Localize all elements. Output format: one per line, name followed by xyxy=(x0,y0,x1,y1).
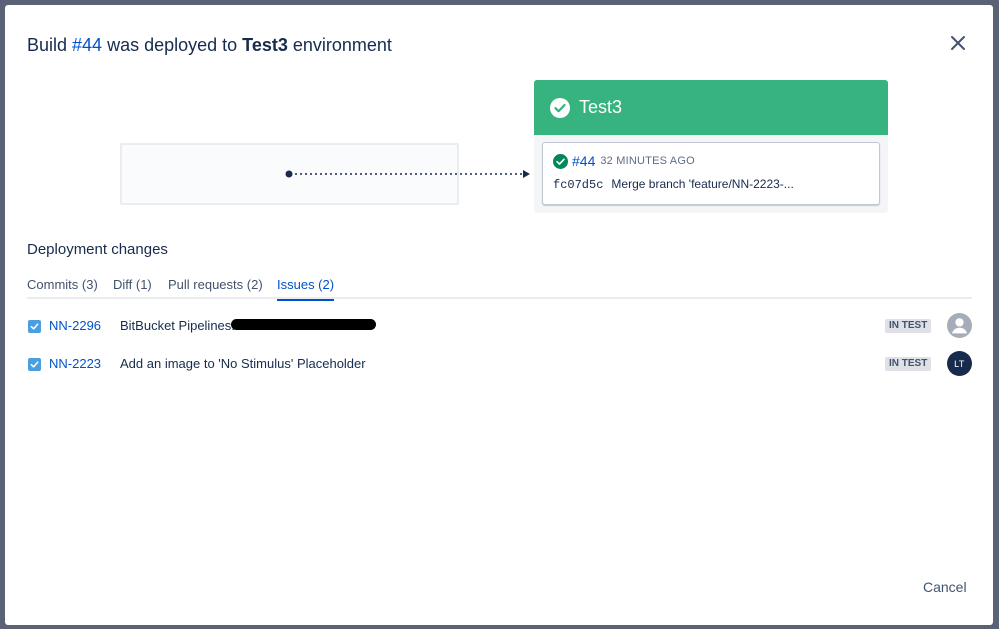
checkmark-icon xyxy=(30,323,39,330)
build-number-link[interactable]: #44 xyxy=(72,35,102,55)
status-badge: IN TEST xyxy=(885,319,932,333)
environment-header[interactable]: Test3 xyxy=(534,80,888,135)
default-user-avatar[interactable] xyxy=(947,313,972,338)
tab-commits[interactable]: Commits (3) xyxy=(27,277,98,299)
deployment-changes-title: Deployment changes xyxy=(27,241,168,258)
close-button[interactable] xyxy=(945,30,971,56)
redaction-mark xyxy=(231,319,376,330)
deployment-dialog: Build #44 was deployed to Test3 environm… xyxy=(5,5,993,625)
issue-key-link[interactable]: NN-2223 xyxy=(49,356,101,371)
success-check-icon xyxy=(553,153,568,169)
tab-pull-requests[interactable]: Pull requests (2) xyxy=(168,277,263,299)
environment-card-name: Test3 xyxy=(579,97,623,117)
close-icon xyxy=(951,36,965,50)
cancel-button[interactable]: Cancel xyxy=(923,579,967,595)
build-time-ago: 32 MINUTES AGO xyxy=(600,155,695,167)
user-icon xyxy=(947,313,972,338)
status-badge: IN TEST xyxy=(885,357,932,371)
title-prefix: Build xyxy=(27,35,73,55)
build-summary: #44 32 MINUTES AGO xyxy=(553,153,695,169)
assignee-avatar[interactable]: LT xyxy=(947,351,972,376)
issue-row: NN-2296 BitBucket Pipelines: IN TEST xyxy=(27,313,973,340)
build-number-link[interactable]: #44 xyxy=(572,153,595,169)
environment-card: Test3 #44 32 MINUTES AGO fc07d5c Merge br… xyxy=(534,80,888,213)
build-card[interactable]: #44 32 MINUTES AGO fc07d5c Merge branch '… xyxy=(542,142,880,205)
commit-info: fc07d5c Merge branch 'feature/NN-2223-... xyxy=(553,177,794,192)
title-middle: was deployed to xyxy=(102,35,243,55)
issue-summary: BitBucket Pipelines: xyxy=(120,318,235,333)
issue-key-link[interactable]: NN-2296 xyxy=(49,318,101,333)
tab-diff[interactable]: Diff (1) xyxy=(113,277,152,299)
issue-checkbox[interactable] xyxy=(28,320,41,333)
tab-issues[interactable]: Issues (2) xyxy=(277,277,335,301)
commit-hash: fc07d5c xyxy=(553,178,604,192)
checkmark-icon xyxy=(30,361,39,368)
issue-checkbox[interactable] xyxy=(28,358,41,371)
check-circle-icon xyxy=(550,97,570,118)
dialog-title: Build #44 was deployed to Test3 environm… xyxy=(27,35,392,56)
title-suffix: environment xyxy=(287,35,392,55)
environment-name: Test3 xyxy=(242,35,288,55)
commit-message: Merge branch 'feature/NN-2223-... xyxy=(611,177,794,191)
issue-summary: Add an image to 'No Stimulus' Placeholde… xyxy=(120,356,366,371)
avatar-initials: LT xyxy=(954,358,965,369)
changes-tabs: Commits (3) Diff (1) Pull requests (2) I… xyxy=(27,277,972,301)
deployment-arrow xyxy=(285,170,530,178)
issue-row: NN-2223 Add an image to 'No Stimulus' Pl… xyxy=(27,351,973,378)
